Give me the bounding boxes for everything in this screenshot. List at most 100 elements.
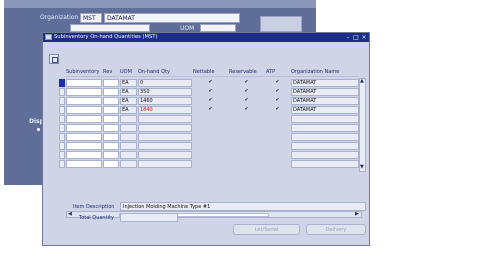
close-icon[interactable]: × (360, 34, 368, 41)
uom-cell[interactable] (120, 160, 137, 168)
nettable-checkbox[interactable] (208, 161, 213, 166)
row-selector[interactable] (59, 97, 65, 105)
subinventory-cell[interactable] (66, 88, 102, 96)
atp-checkbox[interactable]: ✔ (275, 98, 280, 103)
org-cell[interactable]: DATAMAT (291, 88, 359, 96)
qty-cell[interactable]: 1460 (138, 97, 192, 105)
organization-name-field[interactable]: DATAMAT (104, 13, 240, 23)
reservable-checkbox[interactable] (244, 125, 249, 130)
uom-field[interactable] (200, 24, 236, 32)
subinventory-cell[interactable] (66, 133, 102, 141)
org-cell[interactable]: DATAMAT (291, 106, 359, 114)
title-bar[interactable]: Subinventory On-hand Quantities (MST) – … (43, 33, 369, 42)
rev-cell[interactable] (103, 79, 119, 87)
subinventory-cell[interactable] (66, 97, 102, 105)
atp-checkbox[interactable] (275, 116, 280, 121)
atp-checkbox[interactable] (275, 125, 280, 130)
rev-cell[interactable] (103, 88, 119, 96)
nettable-checkbox[interactable] (208, 125, 213, 130)
rev-cell[interactable] (103, 124, 119, 132)
folder-tool-icon[interactable] (49, 54, 59, 64)
reservable-checkbox[interactable] (244, 152, 249, 157)
uom-cell[interactable] (120, 115, 137, 123)
rev-cell[interactable] (103, 142, 119, 150)
delivery-button[interactable]: Delivery (306, 224, 366, 235)
rev-cell[interactable] (103, 115, 119, 123)
reservable-checkbox[interactable] (244, 116, 249, 121)
vertical-scrollbar[interactable]: ▲ ▼ (359, 78, 366, 172)
qty-cell[interactable]: 350 (138, 88, 192, 96)
uom-cell[interactable] (120, 151, 137, 159)
org-cell[interactable]: DATAMAT (291, 79, 359, 87)
atp-checkbox[interactable] (275, 152, 280, 157)
qty-cell[interactable] (138, 142, 192, 150)
subinventory-cell[interactable] (66, 115, 102, 123)
item-description-field[interactable]: Injection Molding Machine Type #1 (120, 202, 366, 211)
nettable-checkbox[interactable] (208, 116, 213, 121)
nettable-checkbox[interactable] (208, 143, 213, 148)
reservable-checkbox[interactable] (244, 134, 249, 139)
scroll-up-icon[interactable]: ▲ (360, 79, 364, 84)
uom-cell[interactable] (120, 133, 137, 141)
org-cell[interactable] (291, 151, 359, 159)
subinventory-cell[interactable] (66, 124, 102, 132)
organization-code-field[interactable]: MST (80, 13, 102, 23)
qty-cell[interactable]: 1840 (138, 106, 192, 114)
reservable-checkbox[interactable]: ✔ (244, 107, 249, 112)
atp-checkbox[interactable]: ✔ (275, 80, 280, 85)
row-selector[interactable] (59, 88, 65, 96)
nettable-checkbox[interactable]: ✔ (208, 80, 213, 85)
uom-cell[interactable]: EA (120, 79, 137, 87)
row-selector[interactable] (59, 115, 65, 123)
qty-cell[interactable] (138, 133, 192, 141)
atp-checkbox[interactable] (275, 161, 280, 166)
scroll-left-icon[interactable]: ◀ (68, 212, 72, 217)
reservable-checkbox[interactable]: ✔ (244, 89, 249, 94)
nettable-checkbox[interactable]: ✔ (208, 107, 213, 112)
item-field[interactable] (70, 24, 150, 32)
subinventory-cell[interactable] (66, 151, 102, 159)
subinventory-cell[interactable] (66, 106, 102, 114)
reservable-checkbox[interactable] (244, 143, 249, 148)
rev-cell[interactable] (103, 133, 119, 141)
rev-cell[interactable] (103, 97, 119, 105)
atp-checkbox[interactable]: ✔ (275, 89, 280, 94)
org-cell[interactable] (291, 142, 359, 150)
org-cell[interactable]: DATAMAT (291, 97, 359, 105)
radio-dot[interactable] (37, 128, 40, 131)
minimize-icon[interactable]: – (344, 34, 352, 41)
row-selector[interactable] (59, 133, 65, 141)
nettable-checkbox[interactable] (208, 152, 213, 157)
org-cell[interactable] (291, 124, 359, 132)
row-selector[interactable] (59, 151, 65, 159)
maximize-icon[interactable]: □ (352, 34, 360, 41)
org-cell[interactable] (291, 115, 359, 123)
row-selector[interactable] (59, 106, 65, 114)
uom-cell[interactable] (120, 124, 137, 132)
nettable-checkbox[interactable]: ✔ (208, 98, 213, 103)
subinventory-cell[interactable] (66, 142, 102, 150)
subinventory-cell[interactable] (66, 160, 102, 168)
uom-cell[interactable] (120, 142, 137, 150)
row-selector[interactable] (59, 79, 65, 87)
nettable-checkbox[interactable]: ✔ (208, 89, 213, 94)
qty-cell[interactable] (138, 124, 192, 132)
qty-cell[interactable] (138, 115, 192, 123)
org-cell[interactable] (291, 160, 359, 168)
qty-cell[interactable] (138, 151, 192, 159)
uom-cell[interactable]: EA (120, 106, 137, 114)
qty-cell[interactable]: 0 (138, 79, 192, 87)
atp-checkbox[interactable] (275, 143, 280, 148)
row-selector[interactable] (59, 160, 65, 168)
scroll-down-icon[interactable]: ▼ (360, 165, 364, 170)
reservable-checkbox[interactable]: ✔ (244, 80, 249, 85)
total-quantity-field[interactable] (120, 213, 178, 222)
org-cell[interactable] (291, 133, 359, 141)
subinventory-cell[interactable] (66, 79, 102, 87)
rev-cell[interactable] (103, 106, 119, 114)
nettable-checkbox[interactable] (208, 134, 213, 139)
atp-checkbox[interactable] (275, 134, 280, 139)
scroll-right-icon[interactable]: ▶ (355, 212, 359, 217)
atp-checkbox[interactable]: ✔ (275, 107, 280, 112)
lot-serial-button[interactable]: Lot/Serial (233, 224, 300, 235)
